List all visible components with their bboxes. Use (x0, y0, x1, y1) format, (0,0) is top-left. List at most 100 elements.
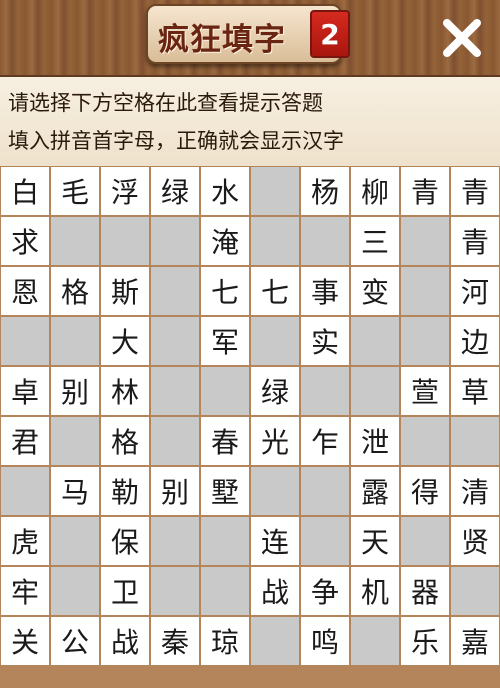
grid-cell-filled[interactable]: 青 (401, 167, 449, 215)
grid-cell-empty[interactable] (51, 517, 99, 565)
grid-cell-filled[interactable]: 大 (101, 317, 149, 365)
grid-cell-empty[interactable] (251, 317, 299, 365)
grid-cell-filled[interactable]: 变 (351, 267, 399, 315)
grid-cell-filled[interactable]: 卫 (101, 567, 149, 615)
grid-cell-empty[interactable] (151, 417, 199, 465)
grid-cell-empty[interactable] (451, 567, 499, 615)
grid-cell-filled[interactable]: 水 (201, 167, 249, 215)
grid-cell-filled[interactable]: 浮 (101, 167, 149, 215)
grid-cell-empty[interactable] (201, 567, 249, 615)
grid-cell-empty[interactable] (401, 217, 449, 265)
grid-cell-empty[interactable] (151, 317, 199, 365)
grid-cell-filled[interactable]: 求 (1, 217, 49, 265)
grid-cell-filled[interactable]: 器 (401, 567, 449, 615)
grid-cell-filled[interactable]: 别 (151, 467, 199, 515)
grid-cell-empty[interactable] (151, 567, 199, 615)
grid-cell-filled[interactable]: 勒 (101, 467, 149, 515)
grid-cell-filled[interactable]: 关 (1, 617, 49, 665)
grid-cell-empty[interactable] (101, 217, 149, 265)
grid-cell-empty[interactable] (151, 267, 199, 315)
grid-cell-empty[interactable] (1, 467, 49, 515)
grid-cell-filled[interactable]: 泄 (351, 417, 399, 465)
grid-cell-filled[interactable]: 七 (201, 267, 249, 315)
grid-cell-empty[interactable] (51, 567, 99, 615)
grid-cell-empty[interactable] (401, 517, 449, 565)
grid-cell-filled[interactable]: 七 (251, 267, 299, 315)
grid-cell-filled[interactable]: 事 (301, 267, 349, 315)
grid-cell-empty[interactable] (351, 617, 399, 665)
grid-cell-empty[interactable] (401, 417, 449, 465)
grid-cell-filled[interactable]: 毛 (51, 167, 99, 215)
grid-cell-filled[interactable]: 恩 (1, 267, 49, 315)
grid-cell-empty[interactable] (201, 367, 249, 415)
grid-cell-filled[interactable]: 战 (101, 617, 149, 665)
grid-cell-empty[interactable] (301, 367, 349, 415)
grid-cell-filled[interactable]: 青 (451, 167, 499, 215)
grid-cell-filled[interactable]: 光 (251, 417, 299, 465)
grid-cell-empty[interactable] (351, 317, 399, 365)
grid-cell-empty[interactable] (51, 417, 99, 465)
grid-cell-filled[interactable]: 草 (451, 367, 499, 415)
grid-cell-filled[interactable]: 军 (201, 317, 249, 365)
grid-cell-filled[interactable]: 清 (451, 467, 499, 515)
grid-cell-filled[interactable]: 天 (351, 517, 399, 565)
grid-cell-filled[interactable]: 萱 (401, 367, 449, 415)
grid-cell-filled[interactable]: 斯 (101, 267, 149, 315)
grid-cell-empty[interactable] (51, 317, 99, 365)
grid-cell-filled[interactable]: 白 (1, 167, 49, 215)
grid-cell-filled[interactable]: 河 (451, 267, 499, 315)
grid-cell-filled[interactable]: 青 (451, 217, 499, 265)
grid-cell-empty[interactable] (301, 517, 349, 565)
grid-cell-filled[interactable]: 杨 (301, 167, 349, 215)
grid-cell-empty[interactable] (201, 517, 249, 565)
grid-cell-empty[interactable] (151, 217, 199, 265)
grid-cell-filled[interactable]: 君 (1, 417, 49, 465)
grid-cell-filled[interactable]: 虎 (1, 517, 49, 565)
grid-cell-filled[interactable]: 战 (251, 567, 299, 615)
close-button[interactable] (440, 16, 484, 60)
grid-cell-filled[interactable]: 三 (351, 217, 399, 265)
grid-cell-filled[interactable]: 绿 (251, 367, 299, 415)
grid-cell-filled[interactable]: 露 (351, 467, 399, 515)
grid-cell-filled[interactable]: 林 (101, 367, 149, 415)
grid-cell-filled[interactable]: 春 (201, 417, 249, 465)
grid-cell-filled[interactable]: 牢 (1, 567, 49, 615)
grid-cell-filled[interactable]: 马 (51, 467, 99, 515)
grid-cell-empty[interactable] (151, 367, 199, 415)
grid-cell-empty[interactable] (251, 617, 299, 665)
grid-cell-filled[interactable]: 柳 (351, 167, 399, 215)
grid-cell-filled[interactable]: 鸣 (301, 617, 349, 665)
grid-cell-filled[interactable]: 争 (301, 567, 349, 615)
grid-cell-filled[interactable]: 淹 (201, 217, 249, 265)
grid-cell-empty[interactable] (251, 467, 299, 515)
grid-cell-empty[interactable] (301, 217, 349, 265)
grid-cell-filled[interactable]: 贤 (451, 517, 499, 565)
grid-cell-filled[interactable]: 卓 (1, 367, 49, 415)
grid-cell-filled[interactable]: 公 (51, 617, 99, 665)
grid-cell-filled[interactable]: 实 (301, 317, 349, 365)
grid-cell-empty[interactable] (301, 467, 349, 515)
grid-cell-empty[interactable] (251, 217, 299, 265)
grid-cell-filled[interactable]: 乐 (401, 617, 449, 665)
grid-cell-empty[interactable] (451, 417, 499, 465)
grid-cell-filled[interactable]: 保 (101, 517, 149, 565)
grid-cell-empty[interactable] (51, 217, 99, 265)
grid-cell-filled[interactable]: 琼 (201, 617, 249, 665)
grid-cell-filled[interactable]: 边 (451, 317, 499, 365)
grid-cell-filled[interactable]: 得 (401, 467, 449, 515)
grid-cell-filled[interactable]: 格 (51, 267, 99, 315)
grid-cell-filled[interactable]: 墅 (201, 467, 249, 515)
grid-cell-empty[interactable] (151, 517, 199, 565)
grid-cell-filled[interactable]: 秦 (151, 617, 199, 665)
grid-cell-filled[interactable]: 绿 (151, 167, 199, 215)
grid-cell-empty[interactable] (401, 267, 449, 315)
grid-cell-filled[interactable]: 乍 (301, 417, 349, 465)
grid-cell-filled[interactable]: 机 (351, 567, 399, 615)
grid-cell-filled[interactable]: 别 (51, 367, 99, 415)
grid-cell-empty[interactable] (401, 317, 449, 365)
grid-cell-filled[interactable]: 格 (101, 417, 149, 465)
grid-cell-empty[interactable] (251, 167, 299, 215)
grid-cell-filled[interactable]: 嘉 (451, 617, 499, 665)
grid-cell-empty[interactable] (351, 367, 399, 415)
grid-cell-empty[interactable] (1, 317, 49, 365)
